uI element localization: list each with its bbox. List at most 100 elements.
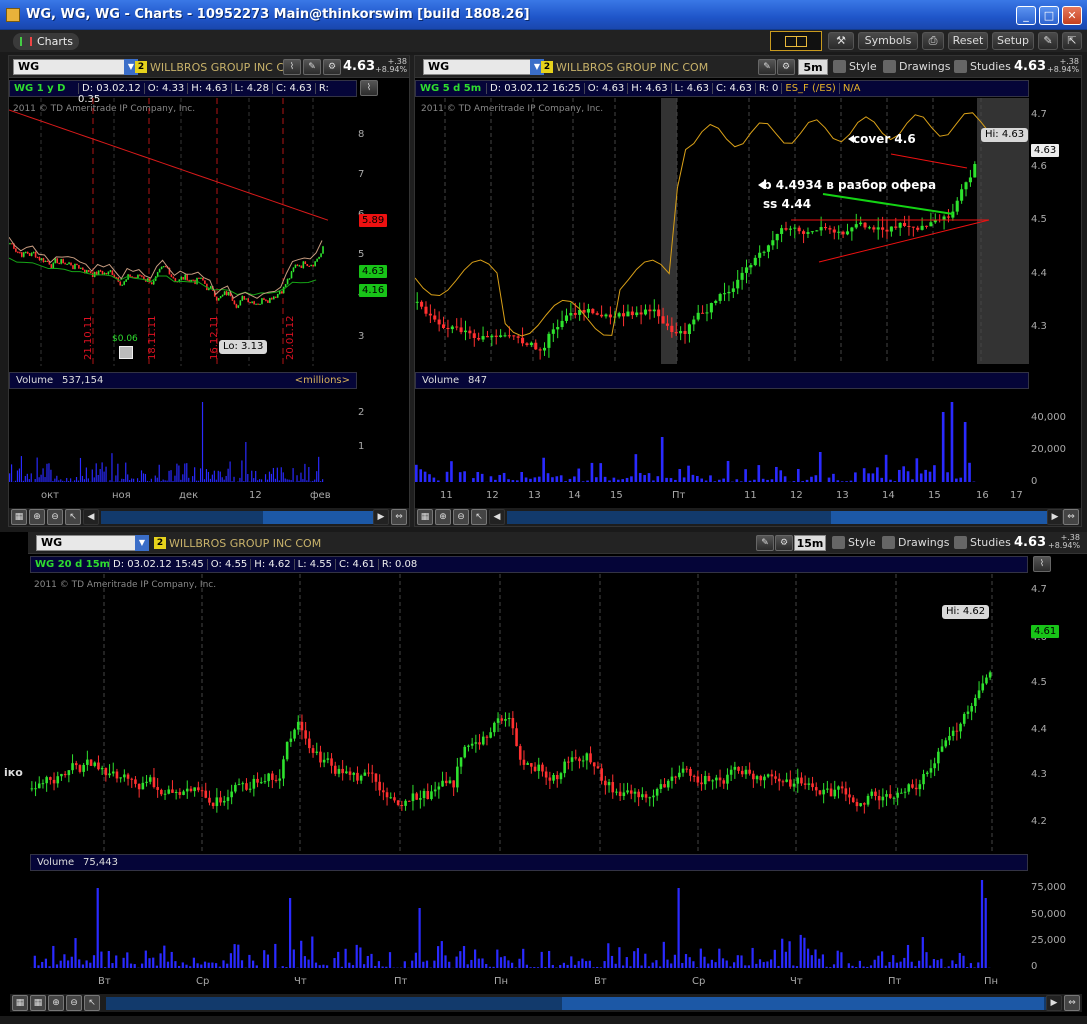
symbols-button[interactable]: Symbols bbox=[858, 32, 918, 50]
cursor-icon[interactable]: ↖ bbox=[471, 509, 487, 525]
zoom-out-icon[interactable]: ⊖ bbox=[47, 509, 63, 525]
cursor-icon[interactable]: ↖ bbox=[84, 995, 100, 1011]
scrollbar[interactable] bbox=[507, 511, 1051, 524]
timeframe-selector[interactable]: 5m bbox=[798, 59, 828, 75]
low-value: L: 4.63 bbox=[670, 83, 713, 94]
chart-type-icon[interactable]: ⌇ bbox=[283, 59, 301, 75]
scroll-right-icon[interactable]: ▶ bbox=[1046, 995, 1062, 1011]
layout-icon[interactable]: ▦ bbox=[11, 509, 27, 525]
style-button[interactable]: Style bbox=[831, 59, 881, 75]
candle-body bbox=[241, 296, 244, 301]
volume-bar bbox=[251, 470, 253, 482]
link-group-badge[interactable]: 2 bbox=[154, 537, 166, 549]
price-chart-5m[interactable] bbox=[415, 98, 1029, 364]
chevron-down-icon[interactable]: ▼ bbox=[135, 535, 149, 551]
reset-button[interactable]: Reset bbox=[948, 32, 988, 50]
wrench-button[interactable]: ⚒ bbox=[828, 32, 854, 50]
expand-icon[interactable]: ⇔ bbox=[1063, 509, 1079, 525]
candle-body bbox=[150, 282, 153, 285]
link-group-badge[interactable]: 2 bbox=[135, 61, 147, 73]
drawings-button[interactable]: Drawings bbox=[881, 59, 954, 75]
candle-body bbox=[889, 226, 893, 232]
layout-icon[interactable]: ▦ bbox=[12, 995, 28, 1011]
scrollbar-thumb[interactable] bbox=[831, 511, 1049, 524]
zoom-in-icon[interactable]: ⊕ bbox=[435, 509, 451, 525]
zoom-out-icon[interactable]: ⊖ bbox=[453, 509, 469, 525]
maximize-button[interactable]: □ bbox=[1039, 6, 1059, 25]
settings-icon[interactable]: ⚙ bbox=[777, 59, 795, 75]
volume-chart-5m[interactable] bbox=[415, 390, 1029, 482]
timeframe-selector[interactable]: 15m bbox=[794, 535, 826, 551]
scrollbar-thumb[interactable] bbox=[263, 511, 375, 524]
layout-icon[interactable]: ▦ bbox=[417, 509, 433, 525]
volume-chart-daily[interactable] bbox=[9, 390, 357, 482]
volume-bar bbox=[205, 469, 208, 482]
studies-button[interactable]: Studies bbox=[952, 535, 1015, 551]
candle-body bbox=[52, 779, 56, 784]
link-group-badge[interactable]: 2 bbox=[541, 61, 553, 73]
grid-layout-icon[interactable]: ▦ bbox=[30, 995, 46, 1011]
studies-button[interactable]: Studies bbox=[952, 59, 1015, 75]
zoom-out-icon[interactable]: ⊖ bbox=[66, 995, 82, 1011]
draw-icon[interactable]: ✎ bbox=[756, 535, 774, 551]
symbol-input[interactable]: WG ▼ bbox=[36, 535, 149, 551]
scroll-left-icon[interactable]: ◀ bbox=[489, 509, 505, 525]
symbol-input[interactable]: WG ▼ bbox=[423, 59, 544, 75]
minimize-button[interactable]: _ bbox=[1016, 6, 1036, 25]
candle-body bbox=[500, 718, 504, 721]
volume-bar bbox=[703, 956, 706, 968]
style-button[interactable]: Style bbox=[830, 535, 880, 551]
scroll-right-icon[interactable]: ▶ bbox=[373, 509, 389, 525]
candle-body bbox=[626, 311, 630, 317]
print-button[interactable]: ⎙ bbox=[922, 32, 944, 50]
volume-bar bbox=[783, 476, 787, 482]
candle-body bbox=[586, 308, 590, 313]
candle-body bbox=[819, 227, 823, 231]
volume-bar bbox=[63, 954, 66, 968]
zoom-in-icon[interactable]: ⊕ bbox=[29, 509, 45, 525]
symbol-input[interactable]: WG ▼ bbox=[13, 59, 138, 75]
drawings-button[interactable]: Drawings bbox=[880, 535, 953, 551]
scrollbar-thumb[interactable] bbox=[562, 997, 1044, 1010]
scroll-right-icon[interactable]: ▶ bbox=[1047, 509, 1063, 525]
volume-bar bbox=[292, 468, 294, 482]
expand-icon[interactable]: ⇔ bbox=[391, 509, 407, 525]
candle-body bbox=[867, 227, 871, 229]
candle-body bbox=[174, 792, 178, 794]
detach-button[interactable]: ⇱ bbox=[1062, 32, 1082, 50]
setup-button[interactable]: Setup bbox=[992, 32, 1034, 50]
charts-tab[interactable]: Charts bbox=[13, 33, 79, 50]
volume-bar bbox=[237, 944, 240, 968]
volume-bar bbox=[722, 478, 725, 482]
price-chart-15m[interactable] bbox=[30, 574, 1028, 854]
panel-splitter[interactable] bbox=[410, 55, 414, 527]
draw-icon[interactable]: ✎ bbox=[303, 59, 321, 75]
volume-chart-15m[interactable] bbox=[30, 872, 1028, 968]
settings-icon[interactable]: ⚙ bbox=[775, 535, 793, 551]
volume-bar bbox=[696, 967, 699, 968]
layout-grid-button[interactable] bbox=[770, 31, 822, 51]
candle-body bbox=[459, 757, 463, 767]
volume-bar bbox=[814, 949, 817, 968]
dividend-icon[interactable] bbox=[119, 346, 133, 359]
scroll-left-icon[interactable]: ◀ bbox=[83, 509, 99, 525]
cursor-icon[interactable]: ↖ bbox=[65, 509, 81, 525]
candle-body bbox=[32, 252, 35, 254]
close-button[interactable]: ✕ bbox=[1062, 6, 1082, 25]
study-icon[interactable]: ⌇ bbox=[360, 80, 378, 96]
pin-button[interactable]: ✎ bbox=[1038, 32, 1058, 50]
last-price: 4.63 bbox=[343, 59, 376, 74]
settings-icon[interactable]: ⚙ bbox=[323, 59, 341, 75]
zoom-in-icon[interactable]: ⊕ bbox=[48, 995, 64, 1011]
draw-icon[interactable]: ✎ bbox=[758, 59, 776, 75]
study-icon[interactable]: ⌇ bbox=[1033, 556, 1051, 572]
scrollbar[interactable] bbox=[101, 511, 377, 524]
volume-bar bbox=[902, 466, 905, 482]
scrollbar[interactable] bbox=[106, 997, 1046, 1010]
candle-body bbox=[208, 797, 211, 803]
candle-body bbox=[490, 335, 494, 338]
volume-bar bbox=[363, 964, 366, 968]
volume-bar bbox=[625, 477, 629, 482]
expand-icon[interactable]: ⇔ bbox=[1064, 995, 1080, 1011]
price-chart-daily[interactable] bbox=[9, 98, 357, 366]
